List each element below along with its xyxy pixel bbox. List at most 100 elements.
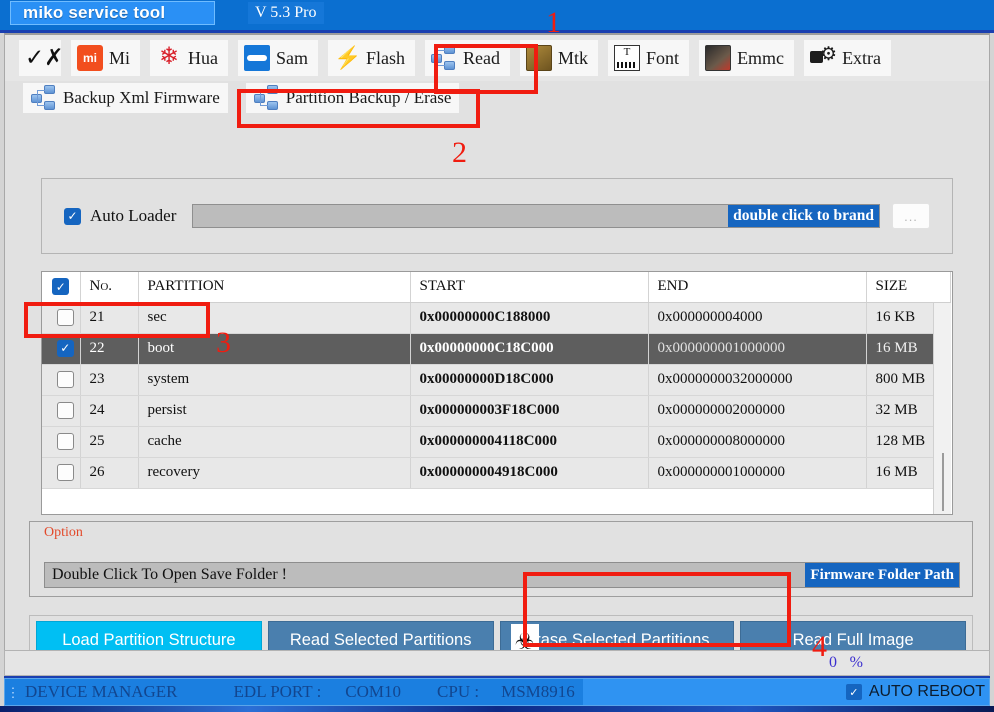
row-checkbox-cell[interactable]: ✓ <box>42 364 81 396</box>
table-scrollbar-thumb[interactable] <box>942 453 944 511</box>
title-bar: miko service tool V 5.3 Pro <box>0 0 994 30</box>
save-folder-field[interactable]: Double Click To Open Save Folder ! Firmw… <box>44 562 960 588</box>
window-right-edge <box>990 33 994 706</box>
application-window: miko service tool V 5.3 Pro ✓✗ mi Mi ❄ H… <box>0 0 994 712</box>
header-partition[interactable]: PARTITION <box>138 272 411 303</box>
select-all-checkbox[interactable]: ✓ <box>52 278 70 295</box>
row-start: 0x00000000C188000 <box>410 302 649 334</box>
row-checkbox-cell[interactable]: ✓ <box>42 457 81 489</box>
toolbar-item-tools[interactable]: ✓✗ <box>19 40 64 76</box>
samsung-logo-icon <box>244 45 271 71</box>
row-no: 21 <box>80 302 139 334</box>
toolbar-item-extra[interactable]: Extra <box>804 40 892 76</box>
tab-label-backup-xml: Backup Xml Firmware <box>63 88 220 107</box>
row-checkbox-cell[interactable]: ✓ <box>42 426 81 458</box>
row-checkbox[interactable]: ✓ <box>56 432 74 450</box>
row-no: 25 <box>80 426 139 458</box>
double-click-to-brand-tag[interactable]: double click to brand <box>728 205 879 227</box>
toolbar-item-sam[interactable]: Sam <box>238 40 319 76</box>
table-row[interactable]: ✓ 24 persist 0x000000003F18C000 0x000000… <box>42 395 951 427</box>
device-manager-label[interactable]: DEVICE MANAGER <box>25 682 178 702</box>
desktop-background <box>0 706 994 712</box>
row-partition: sec <box>138 302 411 334</box>
header-start[interactable]: START <box>410 272 649 303</box>
sub-tab-bar: Backup Xml Firmware Partition Backup / E… <box>5 81 989 115</box>
toolbar-label-extra: Extra <box>842 47 882 68</box>
row-checkbox[interactable]: ✓ <box>56 308 74 326</box>
row-end: 0x000000001000000 <box>648 333 867 365</box>
row-partition: boot <box>138 333 411 365</box>
row-start: 0x000000004118C000 <box>410 426 649 458</box>
loader-path-input[interactable]: double click to brand <box>192 204 880 228</box>
row-checkbox[interactable]: ✓ <box>56 339 74 357</box>
header-no[interactable]: No. <box>80 272 139 303</box>
row-partition: recovery <box>138 457 411 489</box>
menu-dots-icon[interactable]: ⋮ <box>5 686 21 699</box>
option-legend: Option <box>44 525 83 540</box>
table-row[interactable]: ✓ 23 system 0x00000000D18C000 0x00000000… <box>42 364 951 396</box>
firmware-folder-path-tag[interactable]: Firmware Folder Path <box>805 563 959 587</box>
database-icon <box>31 85 57 111</box>
partition-table[interactable]: ✓ No. PARTITION START END SIZE ✓ 21 sec <box>41 271 953 515</box>
toolbar-item-font[interactable]: T Font <box>608 40 690 76</box>
save-folder-hint: Double Click To Open Save Folder ! <box>52 566 287 583</box>
toolbar-item-emmc[interactable]: Emmc <box>699 40 795 76</box>
row-checkbox[interactable]: ✓ <box>56 370 74 388</box>
header-end[interactable]: END <box>648 272 867 303</box>
row-start: 0x00000000D18C000 <box>410 364 649 396</box>
toolbar-label-mtk: Mtk <box>558 47 589 68</box>
toolbar-label-font: Font <box>646 47 680 68</box>
mtk-chip-icon <box>526 45 553 71</box>
toolbar-item-flash[interactable]: ⚡ Flash <box>328 40 416 76</box>
toolbar-item-mi[interactable]: mi Mi <box>71 40 141 76</box>
wrench-icon: ✓✗ <box>25 45 64 70</box>
toolbar-label-read: Read <box>463 47 501 68</box>
main-toolbar: ✓✗ mi Mi ❄ Hua Sam ⚡ Flash Read Mtk T Fo… <box>5 35 989 81</box>
row-checkbox[interactable]: ✓ <box>56 401 74 419</box>
row-end: 0x000000004000 <box>648 302 867 334</box>
table-row[interactable]: ✓ 21 sec 0x00000000C188000 0x00000000400… <box>42 302 951 334</box>
cpu-value: MSM8916 <box>501 682 575 701</box>
edl-port-label: EDL PORT : <box>233 682 322 701</box>
erase-selected-partitions-label: Erase Selected Partitions <box>524 630 710 649</box>
huawei-logo-icon: ❄ <box>158 44 180 70</box>
row-checkbox-cell[interactable]: ✓ <box>42 333 81 365</box>
emmc-chip-icon <box>705 45 732 71</box>
toolbar-item-hua[interactable]: ❄ Hua <box>150 40 229 76</box>
row-end: 0x000000001000000 <box>648 457 867 489</box>
header-select-all[interactable]: ✓ <box>42 272 81 303</box>
table-row[interactable]: ✓ 22 boot 0x00000000C18C000 0x0000000010… <box>42 333 951 365</box>
tab-partition-backup-erase[interactable]: Partition Backup / Erase <box>245 83 460 113</box>
table-scrollbar[interactable] <box>933 303 951 514</box>
row-no: 24 <box>80 395 139 427</box>
auto-loader-checkbox[interactable]: ✓ <box>64 207 81 225</box>
row-checkbox-cell[interactable]: ✓ <box>42 395 81 427</box>
table-row[interactable]: ✓ 26 recovery 0x000000004918C000 0x00000… <box>42 457 951 489</box>
row-checkbox[interactable]: ✓ <box>56 463 74 481</box>
auto-reboot-checkbox[interactable]: ✓ <box>845 684 862 700</box>
font-file-icon: T <box>614 45 641 71</box>
row-partition: cache <box>138 426 411 458</box>
toolbar-label-sam: Sam <box>276 47 309 68</box>
main-window: ✓✗ mi Mi ❄ Hua Sam ⚡ Flash Read Mtk T Fo… <box>4 33 990 673</box>
auto-reboot-control[interactable]: ✓ AUTO REBOOT <box>845 683 985 701</box>
row-checkbox-cell[interactable]: ✓ <box>42 302 81 334</box>
row-start: 0x000000004918C000 <box>410 457 649 489</box>
row-partition: system <box>138 364 411 396</box>
row-start: 0x000000003F18C000 <box>410 395 649 427</box>
header-size[interactable]: SIZE <box>866 272 951 303</box>
row-no: 22 <box>80 333 139 365</box>
option-panel: Option Double Click To Open Save Folder … <box>29 521 973 597</box>
auto-loader-row: ✓ Auto Loader double click to brand ... <box>64 203 930 229</box>
toolbar-item-mtk[interactable]: Mtk <box>520 40 599 76</box>
toolbar-item-read[interactable]: Read <box>425 40 511 76</box>
browse-loader-button[interactable]: ... <box>892 203 930 229</box>
app-version: V 5.3 Pro <box>248 2 324 24</box>
tab-backup-xml-firmware[interactable]: Backup Xml Firmware <box>23 83 228 113</box>
database-icon <box>253 85 280 111</box>
auto-reboot-label: AUTO REBOOT <box>868 683 985 700</box>
table-row[interactable]: ✓ 25 cache 0x000000004118C000 0x00000000… <box>42 426 951 458</box>
app-title: miko service tool <box>10 1 215 25</box>
progress-value: 0 <box>829 654 837 671</box>
auto-loader-panel: ✓ Auto Loader double click to brand ... <box>41 178 953 254</box>
